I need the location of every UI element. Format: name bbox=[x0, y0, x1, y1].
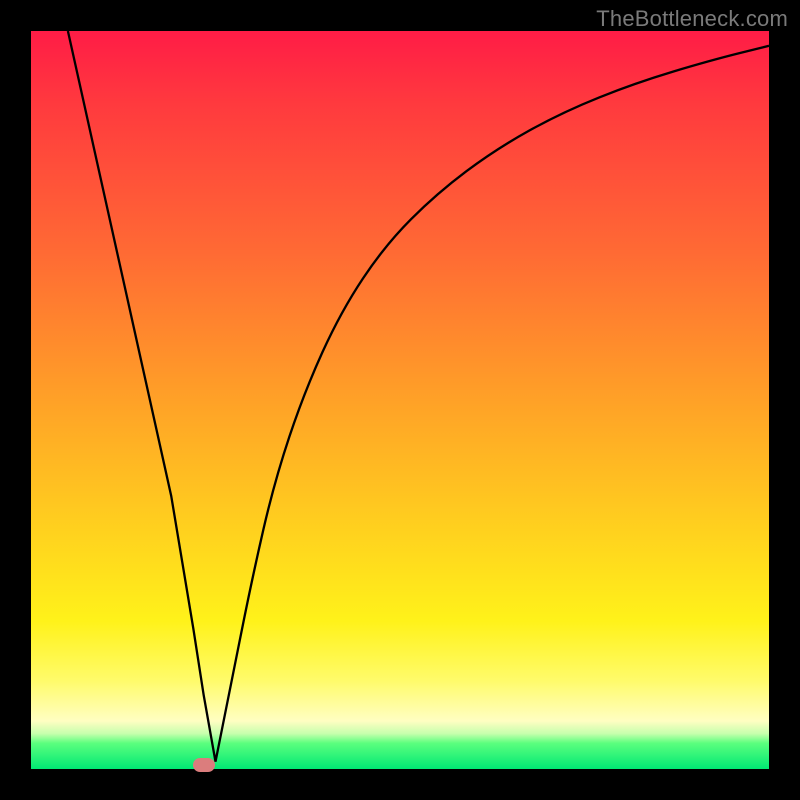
curve-path bbox=[68, 31, 769, 762]
optimal-marker bbox=[193, 758, 215, 772]
bottleneck-curve bbox=[31, 31, 769, 769]
chart-frame: TheBottleneck.com bbox=[0, 0, 800, 800]
chart-plot-area bbox=[31, 31, 769, 769]
watermark-text: TheBottleneck.com bbox=[596, 6, 788, 32]
